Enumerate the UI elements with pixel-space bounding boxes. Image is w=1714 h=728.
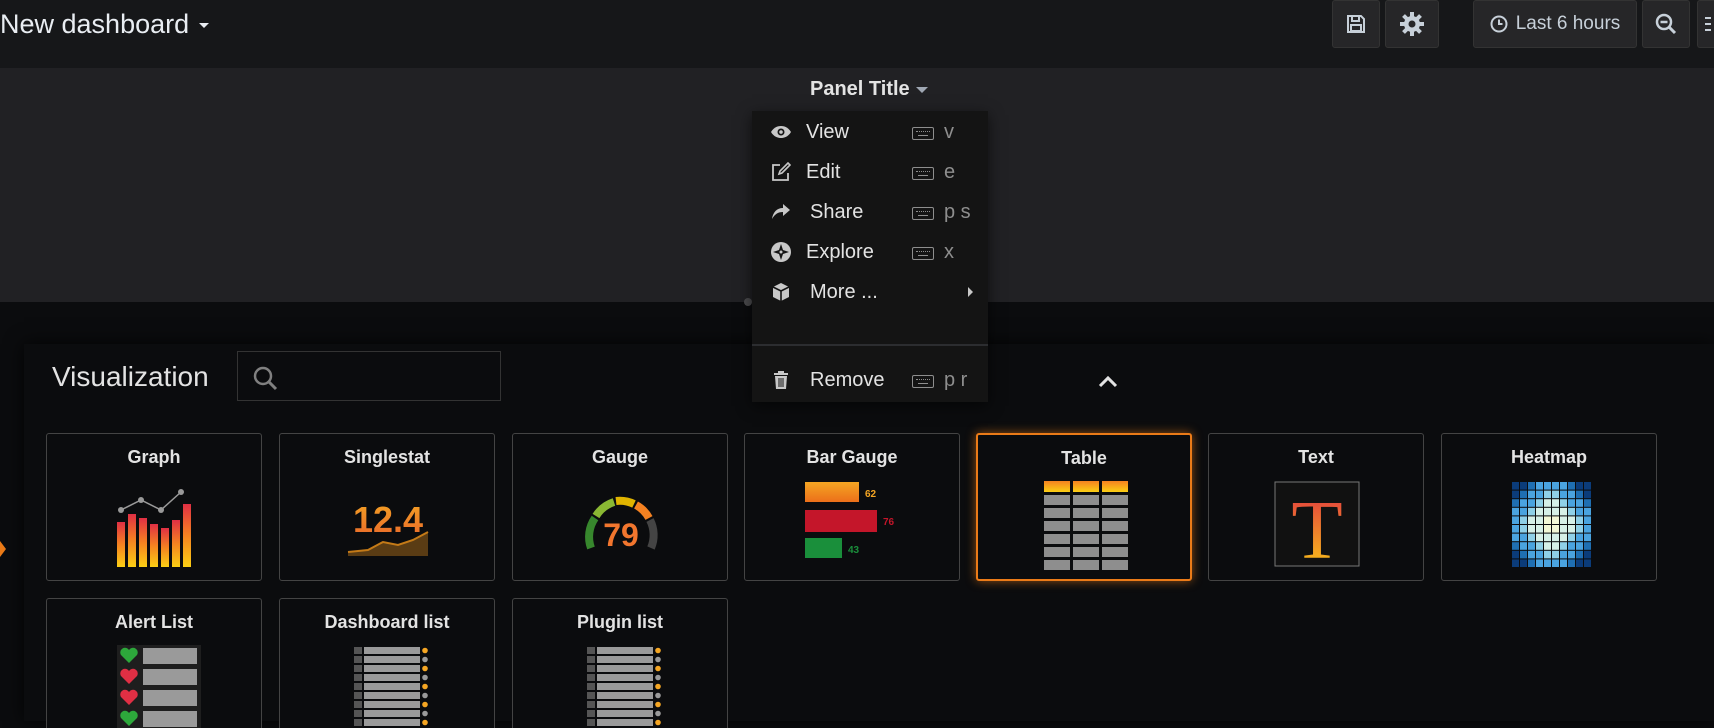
search-icon — [253, 366, 278, 391]
card-label: Table — [1061, 448, 1107, 468]
viz-card-text[interactable]: Text T — [1208, 433, 1424, 581]
menu-item-label: View — [806, 121, 849, 143]
bar-gauge-value-3: 43 — [848, 545, 860, 556]
time-range-label: Last 6 hours — [1515, 13, 1621, 34]
panel-title-dropdown[interactable]: Panel Title — [810, 78, 928, 101]
text-thumbnail: T — [1274, 481, 1360, 570]
card-label: Gauge — [591, 447, 648, 467]
dashboard-title-dropdown[interactable]: New dashboard — [0, 9, 210, 40]
viz-card-dashboard-list[interactable]: Dashboard list — [279, 598, 495, 728]
viz-card-bar-gauge[interactable]: Bar Gauge 62 76 43 — [744, 433, 960, 581]
top-navbar: New dashboard Last 6 hours — [0, 0, 1714, 68]
keyboard-icon — [912, 247, 934, 260]
keyboard-icon — [912, 167, 934, 180]
dashboard-list-thumbnail — [354, 647, 428, 726]
card-label: Alert List — [114, 612, 193, 632]
singlestat-thumbnail: 12.4 — [347, 499, 429, 556]
menu-item-edit[interactable]: Edit e — [752, 151, 988, 191]
viz-card-plugin-list[interactable]: Plugin list — [512, 598, 728, 728]
viz-card-alert-list[interactable]: Alert List — [46, 598, 262, 728]
clock-icon — [1490, 15, 1508, 33]
panel-resize-handle[interactable] — [744, 298, 752, 306]
edit-icon — [770, 161, 792, 183]
refresh-icon — [1705, 17, 1711, 31]
keyboard-icon — [912, 375, 934, 388]
card-label: Graph — [127, 447, 181, 467]
menu-item-shortcut: p r — [944, 369, 968, 391]
menu-item-label: Share — [810, 201, 864, 223]
keyboard-icon — [912, 127, 934, 140]
viz-card-gauge[interactable]: Gauge 79 — [512, 433, 728, 581]
menu-item-label: Edit — [806, 161, 841, 183]
chevron-up-icon — [1098, 375, 1118, 388]
visualization-title: Visualization — [52, 361, 209, 392]
bar-gauge-value-2: 76 — [883, 517, 895, 528]
graph-thumbnail — [117, 489, 191, 567]
gauge-thumbnail: 79 — [585, 496, 658, 553]
viz-card-heatmap[interactable]: Heatmap — [1441, 433, 1657, 581]
menu-item-share[interactable]: Share p s — [752, 191, 988, 231]
bar-gauge-thumbnail: 62 76 43 — [805, 482, 895, 558]
bar-gauge-value-1: 62 — [865, 489, 877, 500]
viz-card-graph[interactable]: Graph — [46, 433, 262, 581]
menu-item-shortcut: p s — [944, 201, 971, 223]
dashboard-title: New dashboard — [0, 9, 190, 39]
search-input[interactable] — [288, 360, 492, 394]
menu-item-view[interactable]: View v — [752, 111, 988, 151]
panel-context-menu: View v Edit e Share p s Explore x More .… — [752, 111, 988, 402]
keyboard-icon — [912, 207, 934, 220]
table-thumbnail — [1044, 481, 1128, 570]
menu-item-shortcut: v — [944, 121, 954, 143]
trash-icon — [770, 369, 792, 391]
alert-list-thumbnail — [117, 645, 201, 728]
save-icon — [1347, 15, 1365, 33]
menu-item-explore[interactable]: Explore x — [752, 231, 988, 271]
time-picker-button[interactable]: Last 6 hours — [1473, 0, 1637, 48]
caret-down-icon — [915, 86, 928, 93]
gauge-value: 79 — [603, 517, 639, 553]
zoom-out-button[interactable] — [1642, 0, 1690, 48]
plugin-list-thumbnail — [587, 647, 661, 726]
card-label: Dashboard list — [324, 612, 450, 632]
viz-card-table[interactable]: Table — [976, 433, 1192, 581]
card-label: Plugin list — [576, 612, 663, 632]
menu-item-remove[interactable]: Remove p r — [752, 359, 988, 399]
visualization-search[interactable] — [237, 351, 501, 401]
menu-item-more[interactable]: More ... — [752, 271, 988, 311]
viz-card-singlestat[interactable]: Singlestat 12.4 — [279, 433, 495, 581]
triangle-right-icon — [0, 541, 6, 557]
text-glyph: T — [1291, 484, 1342, 570]
menu-divider — [752, 344, 988, 346]
compass-icon — [770, 241, 792, 263]
eye-icon — [770, 121, 792, 143]
share-icon — [770, 201, 792, 223]
caret-down-icon — [199, 23, 210, 29]
save-dashboard-button[interactable] — [1332, 0, 1380, 48]
panel-title: Panel Title — [810, 78, 910, 100]
menu-item-label: More ... — [810, 281, 878, 303]
heatmap-thumbnail — [1512, 482, 1591, 567]
menu-item-shortcut: x — [944, 241, 954, 263]
card-label: Bar Gauge — [806, 447, 898, 467]
collapse-button[interactable] — [1096, 372, 1120, 392]
refresh-button[interactable] — [1697, 0, 1714, 48]
menu-item-shortcut: e — [944, 161, 956, 183]
zoom-out-icon — [1655, 13, 1677, 35]
gear-icon — [1400, 12, 1424, 36]
cube-icon — [770, 281, 792, 303]
menu-item-label: Remove — [810, 369, 885, 391]
card-label: Singlestat — [343, 447, 431, 467]
dashboard-settings-button[interactable] — [1385, 0, 1439, 48]
card-label: Text — [1298, 447, 1334, 467]
singlestat-value: 12.4 — [353, 499, 423, 540]
menu-item-label: Explore — [806, 241, 874, 263]
card-label: Heatmap — [1510, 447, 1588, 467]
chevron-right-icon — [968, 287, 973, 297]
